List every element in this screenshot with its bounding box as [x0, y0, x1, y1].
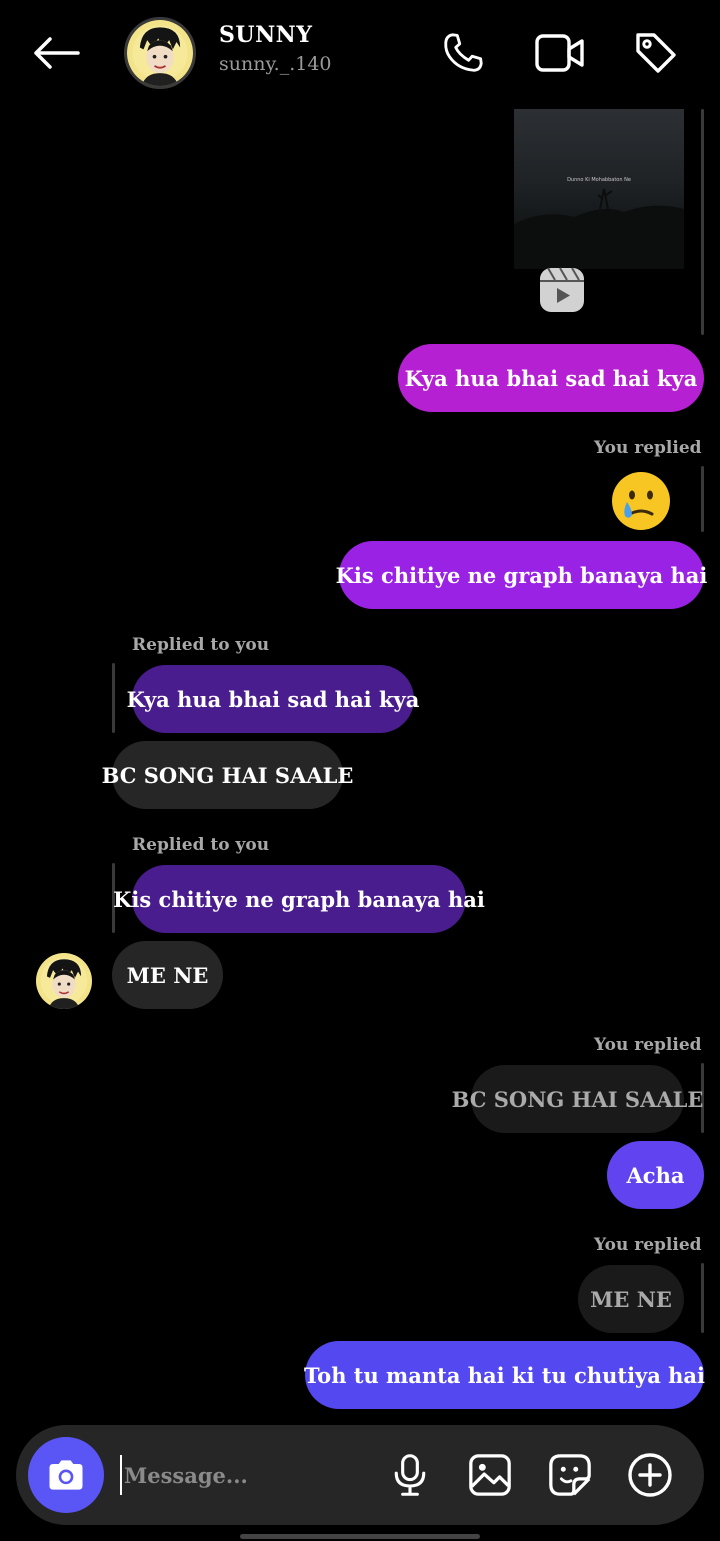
- sticker-icon: [549, 1454, 591, 1496]
- reply-label: You replied: [594, 1235, 702, 1255]
- quoted-message[interactable]: ME NE: [578, 1265, 684, 1333]
- contact-handle: sunny._.140: [219, 53, 332, 75]
- message-bubble-sent[interactable]: Acha: [607, 1141, 704, 1209]
- profile-avatar[interactable]: [124, 17, 196, 89]
- reply-line: [701, 1263, 704, 1333]
- reply-label: Replied to you: [132, 635, 270, 655]
- reply-label: You replied: [594, 1035, 702, 1055]
- reply-line: [112, 663, 115, 733]
- tag-icon: [636, 33, 676, 73]
- contact-name[interactable]: SUNNY: [219, 22, 313, 48]
- reply-line: [701, 466, 704, 532]
- microphone-icon: [394, 1454, 426, 1496]
- avatar-image: [36, 953, 92, 1009]
- voice-message-button[interactable]: [386, 1451, 434, 1499]
- quoted-message[interactable]: BC SONG HAI SAALE: [452, 1065, 703, 1133]
- gallery-icon: [469, 1454, 511, 1496]
- sad-smile-emoji-icon[interactable]: [610, 470, 672, 532]
- back-arrow-icon: [34, 37, 80, 69]
- call-button[interactable]: [436, 26, 490, 80]
- chat-header: SUNNY sunny._.140: [0, 0, 720, 105]
- message-bubble-sent[interactable]: Kya hua bhai sad hai kya: [398, 344, 704, 412]
- reel-caption: Dunno Ki Mohabbaton Ne: [567, 177, 631, 183]
- reply-line: [701, 109, 704, 335]
- more-options-button[interactable]: [626, 1451, 674, 1499]
- gallery-button[interactable]: [466, 1451, 514, 1499]
- message-bubble-sent[interactable]: Toh tu manta hai ki tu chutiya hai: [304, 1341, 705, 1409]
- quoted-message[interactable]: Kis chitiye ne graph banaya hai: [113, 865, 485, 933]
- message-bubble-received[interactable]: ME NE: [112, 941, 223, 1009]
- sticker-button[interactable]: [546, 1451, 594, 1499]
- reels-icon: [540, 267, 584, 312]
- phone-icon: [444, 33, 483, 72]
- video-call-button[interactable]: [533, 26, 587, 80]
- sender-avatar[interactable]: [36, 953, 92, 1009]
- message-input[interactable]: [120, 1455, 360, 1495]
- reel-landscape: [514, 188, 684, 269]
- reply-label: Replied to you: [132, 835, 270, 855]
- quoted-message[interactable]: Kya hua bhai sad hai kya: [127, 665, 419, 733]
- video-camera-icon: [535, 34, 584, 72]
- tag-button[interactable]: [629, 26, 683, 80]
- message-composer: [16, 1425, 704, 1525]
- reply-label: You replied: [594, 438, 702, 458]
- camera-icon: [49, 1460, 83, 1490]
- back-button[interactable]: [28, 30, 84, 76]
- home-indicator[interactable]: [240, 1534, 480, 1539]
- plus-circle-icon: [628, 1453, 672, 1497]
- camera-button[interactable]: [28, 1437, 104, 1513]
- message-bubble-received[interactable]: BC SONG HAI SAALE: [102, 741, 353, 809]
- message-bubble-sent[interactable]: Kis chitiye ne graph banaya hai: [336, 541, 707, 609]
- shared-reel-thumbnail[interactable]: Dunno Ki Mohabbaton Ne: [514, 109, 684, 269]
- avatar-image: [127, 20, 193, 86]
